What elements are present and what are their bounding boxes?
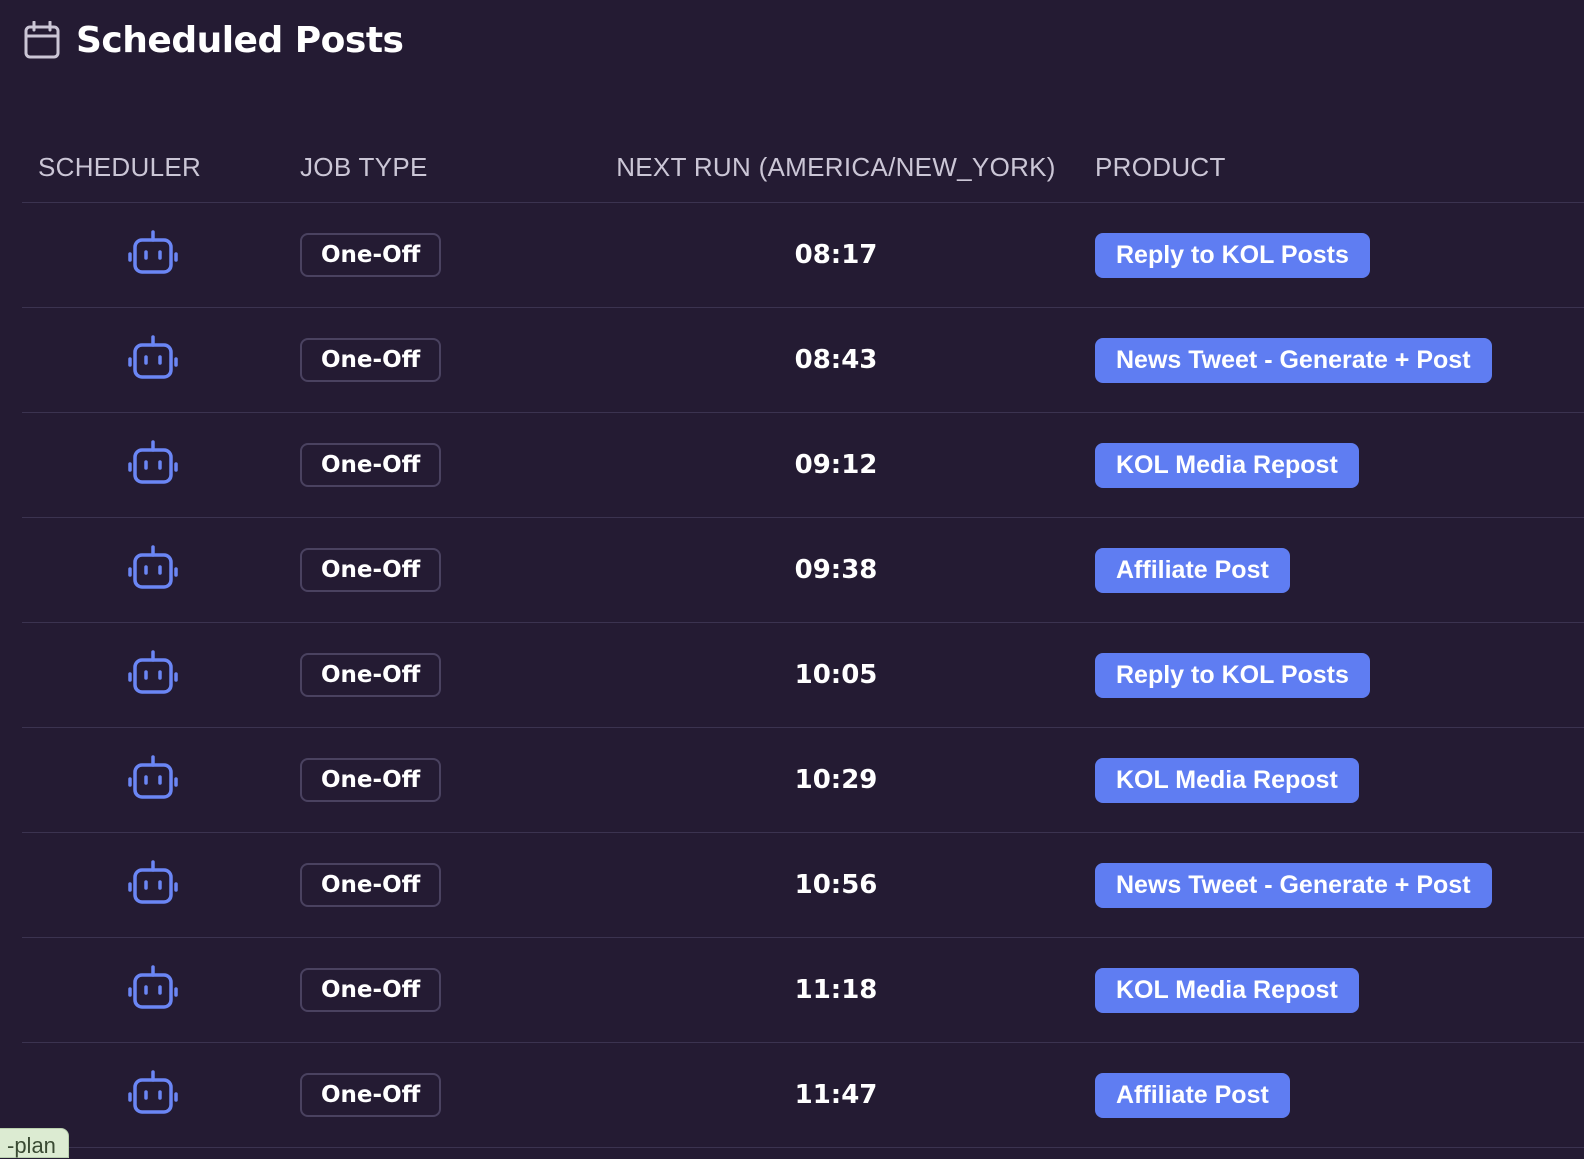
product-cell: Affiliate Post [1095,547,1584,593]
table-row[interactable]: One-Off 09:38 Affiliate Post [22,518,1584,623]
product-badge[interactable]: Reply to KOL Posts [1095,232,1370,278]
table-row[interactable]: One-Off 10:05 Reply to KOL Posts [22,623,1584,728]
scheduler-cell [22,755,284,805]
next-run-time: 09:12 [794,450,878,480]
corner-tag[interactable]: -plan [0,1128,69,1158]
scheduler-cell [22,860,284,910]
next-run-time: 10:05 [794,660,878,690]
job-type-cell: One-Off [284,863,577,907]
table-row[interactable]: One-Off 08:43 News Tweet - Generate + Post [22,308,1584,413]
table-row[interactable]: One-Off 09:12 KOL Media Repost [22,413,1584,518]
robot-icon [127,335,179,385]
table-header: SCHEDULER JOB TYPE NEXT RUN (AMERICA/NEW… [22,132,1584,203]
robot-icon [127,230,179,280]
product-cell: Reply to KOL Posts [1095,232,1584,278]
job-type-badge: One-Off [300,863,442,907]
job-type-cell: One-Off [284,548,577,592]
product-badge[interactable]: Reply to KOL Posts [1095,652,1370,698]
column-header-scheduler[interactable]: SCHEDULER [22,152,284,183]
table-body: One-Off 08:17 Reply to KOL Posts One-Off 08:… [22,203,1584,1148]
product-badge[interactable]: KOL Media Repost [1095,757,1359,803]
column-header-next-run[interactable]: NEXT RUN (AMERICA/NEW_YORK) [577,152,1095,183]
robot-icon [127,1070,179,1120]
scheduler-cell [22,965,284,1015]
job-type-cell: One-Off [284,443,577,487]
product-cell: KOL Media Repost [1095,967,1584,1013]
product-badge[interactable]: Affiliate Post [1095,547,1290,593]
calendar-icon [24,20,60,60]
table-row[interactable]: One-Off 08:17 Reply to KOL Posts [22,203,1584,308]
table-row[interactable]: One-Off 11:47 Affiliate Post [22,1043,1584,1148]
scheduler-cell [22,650,284,700]
next-run-time: 08:43 [794,345,878,375]
page-header: Scheduled Posts [24,18,404,62]
job-type-badge: One-Off [300,1073,442,1117]
robot-icon [127,755,179,805]
job-type-badge: One-Off [300,443,442,487]
robot-icon [127,860,179,910]
job-type-cell: One-Off [284,1073,577,1117]
job-type-cell: One-Off [284,968,577,1012]
scheduled-posts-table: SCHEDULER JOB TYPE NEXT RUN (AMERICA/NEW… [22,132,1584,1148]
job-type-cell: One-Off [284,338,577,382]
product-cell: Reply to KOL Posts [1095,652,1584,698]
job-type-badge: One-Off [300,653,442,697]
table-row[interactable]: One-Off 10:56 News Tweet - Generate + Post [22,833,1584,938]
job-type-cell: One-Off [284,758,577,802]
product-badge[interactable]: KOL Media Repost [1095,967,1359,1013]
product-cell: KOL Media Repost [1095,442,1584,488]
job-type-badge: One-Off [300,968,442,1012]
scheduler-cell [22,440,284,490]
next-run-time: 11:18 [794,975,878,1005]
job-type-badge: One-Off [300,548,442,592]
next-run-time: 10:56 [794,870,878,900]
page-title: Scheduled Posts [76,19,404,61]
product-badge[interactable]: News Tweet - Generate + Post [1095,337,1492,383]
robot-icon [127,440,179,490]
job-type-badge: One-Off [300,233,442,277]
job-type-cell: One-Off [284,653,577,697]
product-badge[interactable]: News Tweet - Generate + Post [1095,862,1492,908]
next-run-time: 08:17 [794,240,878,270]
table-row[interactable]: One-Off 10:29 KOL Media Repost [22,728,1584,833]
product-badge[interactable]: Affiliate Post [1095,1072,1290,1118]
scheduler-cell [22,230,284,280]
product-cell: Affiliate Post [1095,1072,1584,1118]
scheduler-cell [22,335,284,385]
column-header-job-type[interactable]: JOB TYPE [284,152,577,183]
product-cell: KOL Media Repost [1095,757,1584,803]
product-cell: News Tweet - Generate + Post [1095,862,1584,908]
job-type-cell: One-Off [284,233,577,277]
product-cell: News Tweet - Generate + Post [1095,337,1584,383]
product-badge[interactable]: KOL Media Repost [1095,442,1359,488]
scheduler-cell [22,545,284,595]
next-run-time: 11:47 [794,1080,878,1110]
table-row[interactable]: One-Off 11:18 KOL Media Repost [22,938,1584,1043]
robot-icon [127,965,179,1015]
column-header-product[interactable]: PRODUCT [1095,152,1584,183]
robot-icon [127,545,179,595]
job-type-badge: One-Off [300,338,442,382]
job-type-badge: One-Off [300,758,442,802]
robot-icon [127,650,179,700]
next-run-time: 10:29 [794,765,878,795]
scheduler-cell [22,1070,284,1120]
next-run-time: 09:38 [794,555,878,585]
